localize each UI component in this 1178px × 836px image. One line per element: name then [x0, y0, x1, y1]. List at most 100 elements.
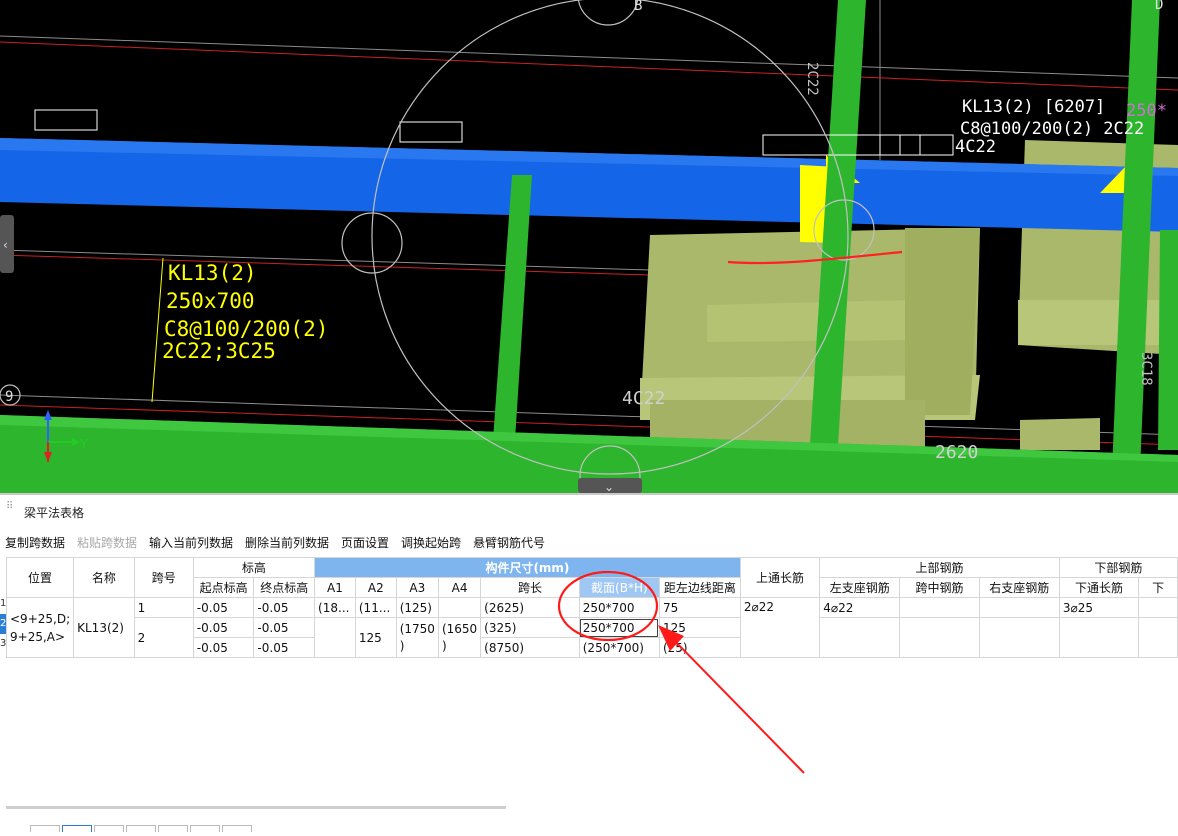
- col-header-dimensions[interactable]: 构件尺寸(mm): [314, 557, 741, 578]
- cad-text-line: 4C22: [955, 137, 996, 157]
- bottom-tab[interactable]: [126, 825, 156, 832]
- cell-bottom-more[interactable]: [1138, 597, 1178, 618]
- cad-text-line: C8@100/200(2) 2C22: [960, 119, 1144, 139]
- col-header-a4[interactable]: A4: [437, 577, 482, 598]
- cad-text-bottom-b: 2620: [935, 442, 978, 463]
- col-header-elevation[interactable]: 标高: [192, 557, 316, 578]
- col-header-left-support[interactable]: 左支座钢筋: [819, 577, 901, 598]
- cell-start-elev[interactable]: -0.05: [192, 597, 255, 618]
- bottom-tab[interactable]: [222, 825, 252, 832]
- cell-span-length[interactable]: (8750): [480, 637, 580, 658]
- col-header-a1[interactable]: A1: [314, 577, 356, 598]
- table-row[interactable]: 2 -0.05 -0.05 125 (1750 ) (1650 ) (325) …: [7, 617, 1178, 658]
- col-header-top-rebar[interactable]: 上部钢筋: [819, 557, 1060, 578]
- col-header-left-distance[interactable]: 距左边线距离: [658, 577, 741, 598]
- cell-bottom-more[interactable]: [1138, 617, 1178, 658]
- col-header-span-length[interactable]: 跨长: [480, 577, 580, 598]
- cell-left-distance[interactable]: 125: [658, 617, 741, 638]
- cell-name[interactable]: KL13(2): [73, 597, 135, 658]
- axis-label-b: B: [634, 0, 642, 14]
- col-header-span[interactable]: 跨号: [133, 557, 194, 598]
- cell-span[interactable]: 1: [133, 597, 194, 618]
- cell-bottom-through[interactable]: 3⌀25: [1058, 597, 1140, 618]
- cell-right-support[interactable]: [978, 617, 1060, 658]
- cell-right-support[interactable]: [978, 597, 1060, 618]
- cell-left-support[interactable]: [819, 617, 901, 658]
- cad-text-line: KL13(2) [6207]: [962, 97, 1105, 117]
- cell-a3[interactable]: (125): [395, 597, 439, 618]
- cell-bottom-through[interactable]: [1058, 617, 1140, 658]
- cell-a1[interactable]: (18...: [314, 597, 356, 618]
- drag-grip-icon[interactable]: ⠿: [6, 502, 13, 517]
- copy-span-data-button[interactable]: 复制跨数据: [5, 534, 65, 551]
- beam-table: 位置 名称 跨号 标高 构件尺寸(mm) 上通长筋 上部钢筋 下部钢筋 起点标高…: [5, 557, 1178, 658]
- cell-section[interactable]: (250*700): [578, 637, 660, 658]
- cell-span-length[interactable]: (325): [480, 617, 580, 638]
- cad-text-line: 250x700: [166, 289, 255, 313]
- cell-span-length[interactable]: (2625): [480, 597, 580, 618]
- col-header-a2[interactable]: A2: [354, 577, 397, 598]
- cell-a4[interactable]: (1650 ): [437, 617, 482, 658]
- delete-column-data-button[interactable]: 删除当前列数据: [245, 534, 329, 551]
- cell-end-elev[interactable]: -0.05: [253, 637, 316, 658]
- cell-start-elev[interactable]: -0.05: [192, 637, 255, 658]
- panel-header: ⠿ 梁平法表格: [0, 499, 1178, 523]
- cell-span[interactable]: 2: [133, 617, 194, 658]
- cell-top-through[interactable]: 2⌀22: [739, 597, 821, 658]
- chevron-left-icon: ‹: [3, 238, 8, 252]
- cell-a2[interactable]: 125: [354, 617, 397, 658]
- swap-start-span-button[interactable]: 调换起始跨: [401, 534, 461, 551]
- col-header-end-elev[interactable]: 终点标高: [253, 577, 316, 598]
- toolbar: 复制跨数据 粘贴跨数据 输入当前列数据 删除当前列数据 页面设置 调换起始跨 悬…: [0, 531, 1178, 553]
- paste-span-data-button[interactable]: 粘贴跨数据: [77, 534, 137, 551]
- cell-section[interactable]: 250*700: [578, 597, 660, 618]
- cad-text-line: 250*: [1126, 101, 1167, 121]
- cell-a3[interactable]: (1750 ): [395, 617, 439, 658]
- col-header-right-support[interactable]: 右支座钢筋: [978, 577, 1060, 598]
- cell-a2[interactable]: (11...: [354, 597, 397, 618]
- cad-text-bottom-a: 4C22: [622, 388, 665, 409]
- cell-a1[interactable]: [314, 617, 356, 658]
- table-row[interactable]: <9+25,D; 9+25,A> KL13(2) 1 -0.05 -0.05 (…: [5, 597, 1178, 658]
- bottom-tab[interactable]: [190, 825, 220, 832]
- beam-label-left: KL13(2) 250x700 C8@100/200(2) 2C22;3C25: [162, 261, 328, 363]
- cell-end-elev[interactable]: -0.05: [253, 617, 316, 638]
- cell-a4[interactable]: [437, 597, 482, 618]
- cad-viewport[interactable]: B D 9 KL13(2) 250x700 C8@100/200(2) 2C22…: [0, 0, 1178, 493]
- col-header-bottom-rebar[interactable]: 下部钢筋: [1058, 557, 1178, 578]
- cell-mid-span[interactable]: [899, 597, 980, 618]
- bottom-tab[interactable]: [30, 825, 60, 832]
- input-column-data-button[interactable]: 输入当前列数据: [149, 534, 233, 551]
- cad-text-vertical-b: 3C18: [1138, 352, 1154, 386]
- col-header-top-through[interactable]: 上通长筋: [739, 557, 821, 598]
- horizontal-scrollbar[interactable]: [6, 806, 506, 809]
- cell-left-distance[interactable]: 75: [658, 597, 741, 618]
- page-setup-button[interactable]: 页面设置: [341, 534, 389, 551]
- col-header-mid-span[interactable]: 跨中钢筋: [899, 577, 980, 598]
- col-header-position[interactable]: 位置: [5, 557, 75, 598]
- col-header-section[interactable]: 截面(B*H): [578, 577, 660, 598]
- cell-section-selected[interactable]: 250*700: [578, 617, 660, 638]
- cell-mid-span[interactable]: [899, 617, 980, 658]
- cad-text-line: KL13(2): [168, 261, 257, 285]
- cell-position[interactable]: <9+25,D; 9+25,A>: [5, 597, 75, 658]
- col-header-start-elev[interactable]: 起点标高: [192, 577, 255, 598]
- col-header-bottom-more[interactable]: 下: [1138, 577, 1178, 598]
- cell-left-support[interactable]: 4⌀22: [819, 597, 901, 618]
- cad-text-line: C8@100/200(2): [164, 317, 328, 341]
- bottom-tab[interactable]: [94, 825, 124, 832]
- axis-label-9: 9: [5, 389, 13, 405]
- cell-end-elev[interactable]: -0.05: [253, 597, 316, 618]
- axis-y-label: Y: [79, 437, 88, 451]
- cad-text-vertical-a: 2C22: [804, 62, 820, 96]
- col-header-bottom-through[interactable]: 下通长筋: [1058, 577, 1140, 598]
- bottom-tab[interactable]: [62, 825, 92, 832]
- cell-left-distance[interactable]: (25): [658, 637, 741, 658]
- chevron-down-icon: ⌄: [604, 480, 614, 493]
- cell-start-elev[interactable]: -0.05: [192, 617, 255, 638]
- col-header-a3[interactable]: A3: [395, 577, 439, 598]
- bottom-tabs: [30, 817, 254, 832]
- bottom-tab[interactable]: [158, 825, 188, 832]
- cantilever-rebar-code-button[interactable]: 悬臂钢筋代号: [473, 534, 545, 551]
- col-header-name[interactable]: 名称: [73, 557, 135, 598]
